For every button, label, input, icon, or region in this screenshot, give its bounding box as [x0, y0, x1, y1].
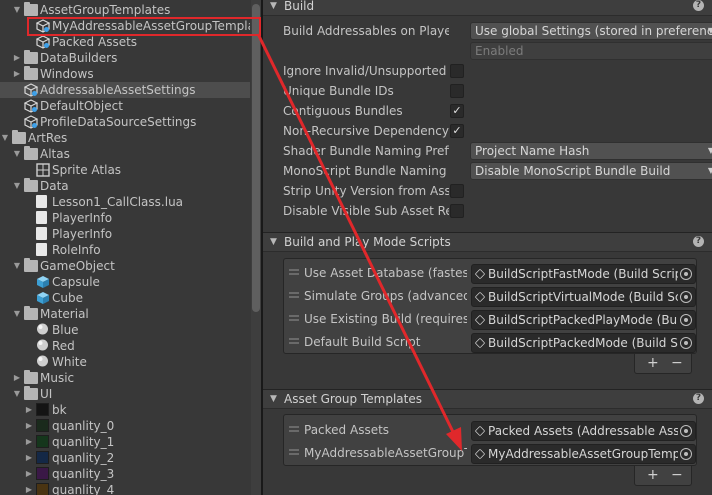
arrow-line: [256, 33, 457, 437]
arrow-head: [446, 427, 462, 451]
annotation-arrow: [256, 33, 462, 451]
